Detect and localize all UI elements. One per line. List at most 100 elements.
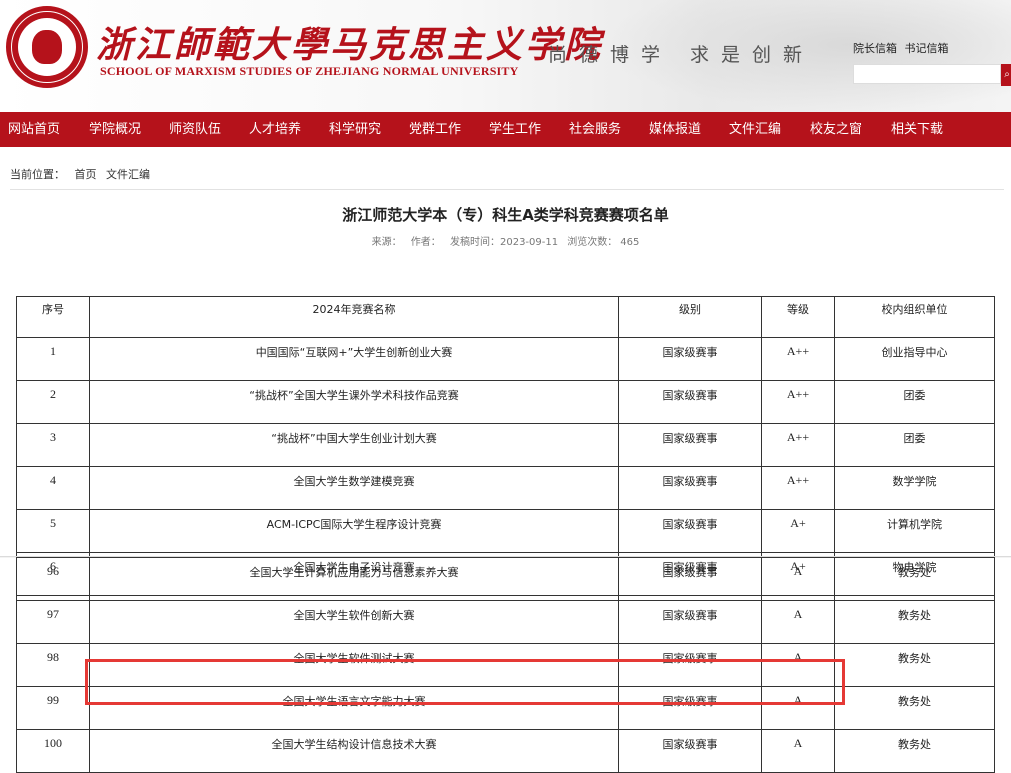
- search-input[interactable]: [853, 64, 1001, 84]
- table-row: 3 “挑战杯”中国大学生创业计划大赛 国家级赛事 A++ 团委: [16, 423, 995, 467]
- cell-unit: 团委: [834, 380, 995, 424]
- nav-students[interactable]: 学生工作: [489, 112, 541, 147]
- breadcrumb-documents[interactable]: 文件汇编: [106, 168, 150, 181]
- cell-index: 5: [16, 509, 90, 553]
- cell-unit: 教务处: [834, 600, 995, 644]
- cell-name: “挑战杯”全国大学生课外学术科技作品竞赛: [89, 380, 619, 424]
- meta-views: 465: [620, 237, 640, 248]
- table-row: 96 全国大学生计算机应用能力与信息素养大赛 国家级赛事 A 教务处: [16, 557, 995, 601]
- cell-unit: 教务处: [834, 643, 995, 687]
- cell-index: 97: [16, 600, 90, 644]
- table-header-row: 序号 2024年竞赛名称 级别 等级 校内组织单位: [16, 296, 995, 338]
- cell-name: 全国大学生软件测试大赛: [89, 643, 619, 687]
- school-logo[interactable]: [6, 6, 88, 88]
- nav-education[interactable]: 人才培养: [249, 112, 301, 147]
- secretary-mailbox-link[interactable]: 书记信箱: [905, 42, 949, 55]
- cell-name: “挑战杯”中国大学生创业计划大赛: [89, 423, 619, 467]
- header-level: 级别: [618, 296, 762, 338]
- breadcrumb: 当前位置： 首页 文件汇编: [10, 166, 156, 182]
- divider: [10, 189, 1004, 190]
- cell-unit: 计算机学院: [834, 509, 995, 553]
- cell-level: 国家级赛事: [618, 466, 762, 510]
- logo-portrait-icon: [18, 18, 76, 76]
- cell-unit: 教务处: [834, 557, 995, 601]
- cell-level: 国家级赛事: [618, 729, 762, 773]
- cell-level: 国家级赛事: [618, 423, 762, 467]
- header-grade: 等级: [761, 296, 835, 338]
- nav-about[interactable]: 学院概况: [89, 112, 141, 147]
- meta-views-label: 浏览次数：: [567, 237, 618, 248]
- cell-level: 国家级赛事: [618, 380, 762, 424]
- cell-unit: 创业指导中心: [834, 337, 995, 381]
- cell-grade: A: [761, 557, 835, 601]
- breadcrumb-label: 当前位置：: [10, 168, 65, 181]
- competition-table-top: 序号 2024年竞赛名称 级别 等级 校内组织单位 1 中国国际“互联网+”大学…: [16, 296, 995, 596]
- cell-name: ACM-ICPC国际大学生程序设计竞赛: [89, 509, 619, 553]
- cell-level: 国家级赛事: [618, 643, 762, 687]
- table-row: 98 全国大学生软件测试大赛 国家级赛事 A 教务处: [16, 643, 995, 687]
- cell-name: 全国大学生语言文字能力大赛: [89, 686, 619, 730]
- cell-index: 98: [16, 643, 90, 687]
- table-row-highlighted: 99 全国大学生语言文字能力大赛 国家级赛事 A 教务处: [16, 686, 995, 730]
- cell-grade: A+: [761, 509, 835, 553]
- table-row: 2 “挑战杯”全国大学生课外学术科技作品竞赛 国家级赛事 A++ 团委: [16, 380, 995, 424]
- nav-service[interactable]: 社会服务: [569, 112, 621, 147]
- cell-unit: 团委: [834, 423, 995, 467]
- meta-date: 发稿时间：2023-09-11: [449, 237, 559, 248]
- site-title-cn: 浙江師範大學马克思主义学院: [96, 24, 604, 66]
- cell-level: 国家级赛事: [618, 686, 762, 730]
- cell-index: 99: [16, 686, 90, 730]
- cell-unit: 数学学院: [834, 466, 995, 510]
- cell-grade: A: [761, 600, 835, 644]
- nav-alumni[interactable]: 校友之窗: [810, 112, 862, 147]
- table-row: 4 全国大学生数学建模竞赛 国家级赛事 A++ 数学学院: [16, 466, 995, 510]
- cell-level: 国家级赛事: [618, 509, 762, 553]
- meta-author: 作者：: [410, 237, 441, 248]
- school-motto: 尚德博学 求是创新: [548, 44, 815, 66]
- cell-name: 全国大学生数学建模竞赛: [89, 466, 619, 510]
- cell-name: 全国大学生结构设计信息技术大赛: [89, 729, 619, 773]
- site-title-en: SCHOOL OF MARXISM STUDIES OF ZHEJIANG NO…: [100, 64, 519, 78]
- nav-downloads[interactable]: 相关下载: [891, 112, 943, 147]
- cell-grade: A++: [761, 337, 835, 381]
- header-index: 序号: [16, 296, 90, 338]
- table-row: 5 ACM-ICPC国际大学生程序设计竞赛 国家级赛事 A+ 计算机学院: [16, 509, 995, 553]
- breadcrumb-home[interactable]: 首页: [75, 168, 97, 181]
- table-row: 97 全国大学生软件创新大赛 国家级赛事 A 教务处: [16, 600, 995, 644]
- header-name: 2024年竞赛名称: [89, 296, 619, 338]
- nav-home[interactable]: 网站首页: [8, 112, 60, 147]
- cell-grade: A++: [761, 380, 835, 424]
- cell-name: 全国大学生软件创新大赛: [89, 600, 619, 644]
- cell-name: 中国国际“互联网+”大学生创新创业大赛: [89, 337, 619, 381]
- table-row: 100 全国大学生结构设计信息技术大赛 国家级赛事 A 教务处: [16, 729, 995, 773]
- cell-name: 全国大学生计算机应用能力与信息素养大赛: [89, 557, 619, 601]
- dean-mailbox-link[interactable]: 院长信箱: [853, 42, 897, 55]
- cell-grade: A: [761, 643, 835, 687]
- search-icon[interactable]: ⌕: [1001, 64, 1011, 86]
- meta-source: 来源：: [371, 237, 402, 248]
- cell-index: 1: [16, 337, 90, 381]
- nav-faculty[interactable]: 师资队伍: [169, 112, 221, 147]
- main-nav: 网站首页 学院概况 师资队伍 人才培养 科学研究 党群工作 学生工作 社会服务 …: [0, 112, 1011, 147]
- cell-level: 国家级赛事: [618, 557, 762, 601]
- nav-documents[interactable]: 文件汇编: [729, 112, 781, 147]
- site-header: 浙江師範大學马克思主义学院 SCHOOL OF MARXISM STUDIES …: [0, 0, 1011, 112]
- cell-grade: A: [761, 686, 835, 730]
- article-meta: 来源： 作者： 发稿时间：2023-09-11 浏览次数： 465: [0, 233, 1011, 248]
- cell-level: 国家级赛事: [618, 600, 762, 644]
- cell-grade: A++: [761, 423, 835, 467]
- cell-index: 96: [16, 557, 90, 601]
- header-unit: 校内组织单位: [834, 296, 995, 338]
- table-row: 1 中国国际“互联网+”大学生创新创业大赛 国家级赛事 A++ 创业指导中心: [16, 337, 995, 381]
- nav-media[interactable]: 媒体报道: [649, 112, 701, 147]
- top-links: 院长信箱 书记信箱: [853, 40, 953, 56]
- cell-level: 国家级赛事: [618, 337, 762, 381]
- cell-unit: 教务处: [834, 729, 995, 773]
- article-title: 浙江师范大学本（专）科生A类学科竞赛赛项名单: [342, 206, 669, 224]
- nav-research[interactable]: 科学研究: [329, 112, 381, 147]
- nav-party[interactable]: 党群工作: [409, 112, 461, 147]
- cell-index: 4: [16, 466, 90, 510]
- cell-index: 2: [16, 380, 90, 424]
- cell-unit: 教务处: [834, 686, 995, 730]
- cell-index: 3: [16, 423, 90, 467]
